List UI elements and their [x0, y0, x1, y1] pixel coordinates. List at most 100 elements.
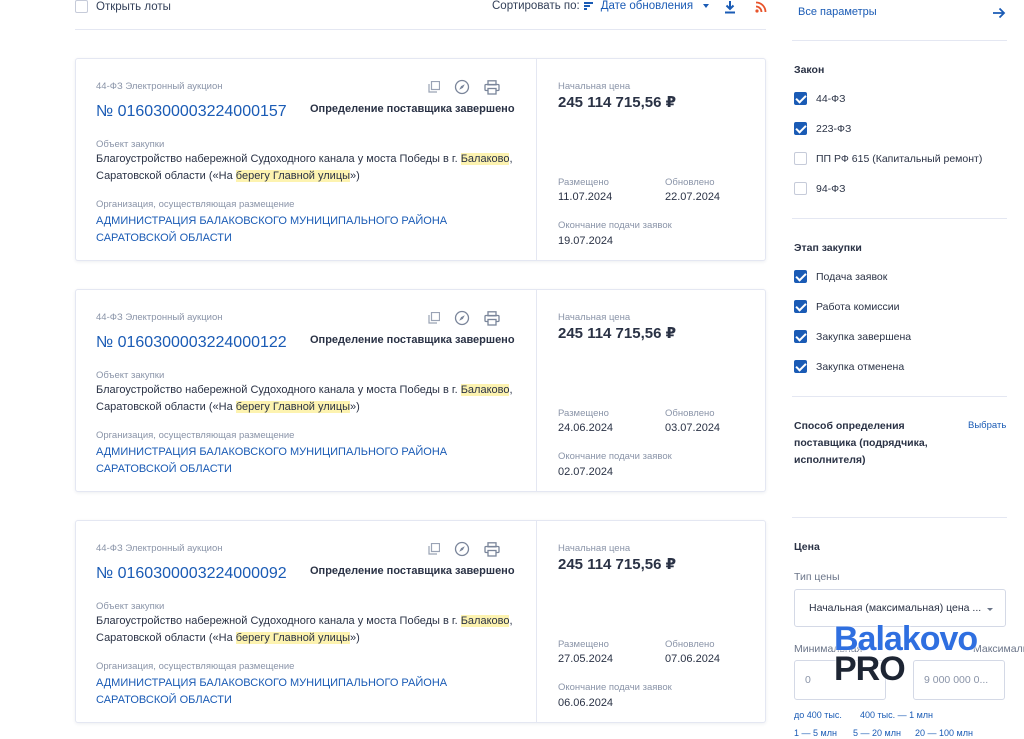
purchase-status: Определение поставщика завершено: [310, 334, 515, 346]
checkbox-label: 44-ФЗ: [816, 92, 846, 105]
checkbox-label: Работа комиссии: [816, 300, 900, 313]
checkbox[interactable]: [794, 330, 807, 343]
placed-date: 11.07.2024: [558, 191, 613, 203]
all-params-link[interactable]: Все параметры: [798, 6, 877, 18]
filter-checkbox-row[interactable]: Закупка отменена: [794, 360, 904, 373]
compass-icon[interactable]: [454, 310, 470, 326]
checkbox[interactable]: [794, 122, 807, 135]
price-section-title: Цена: [794, 541, 820, 553]
checkbox[interactable]: [794, 270, 807, 283]
object-highlight: Балаково: [460, 615, 510, 627]
deadline-date: 19.07.2024: [558, 235, 614, 247]
deadline-label: Окончание подачи заявок: [558, 220, 672, 231]
law-section-title: Закон: [794, 64, 825, 76]
card-actions: [428, 541, 500, 557]
chevron-down-icon[interactable]: [703, 4, 710, 8]
arrow-right-icon[interactable]: [992, 6, 1006, 20]
price-chip[interactable]: 20 — 100 млн: [915, 728, 973, 738]
initial-price: 245 114 715,56 ₽: [558, 94, 677, 111]
balakovo-pro-watermark: Balakovo PRO: [834, 620, 984, 692]
copy-icon[interactable]: [428, 81, 440, 93]
updated-label: Обновлено: [665, 639, 715, 650]
divider: [792, 40, 1007, 41]
placed-date: 27.05.2024: [558, 653, 614, 665]
updated-label: Обновлено: [665, 408, 715, 419]
card-main: 44-ФЗ Электронный аукцион № 016030000322…: [76, 290, 537, 491]
sort-control: Сортировать по: Дате обновления: [492, 0, 710, 12]
deadline-label: Окончание подачи заявок: [558, 451, 672, 462]
checkbox[interactable]: [794, 92, 807, 105]
filter-checkbox-row[interactable]: 223-ФЗ: [794, 122, 851, 135]
organization-link[interactable]: АДМИНИСТРАЦИЯ БАЛАКОВСКОГО МУНИЦИПАЛЬНОГ…: [96, 444, 526, 478]
divider: [792, 218, 1007, 219]
print-icon[interactable]: [484, 79, 500, 95]
purchase-card: 44-ФЗ Электронный аукцион № 016030000322…: [75, 520, 766, 723]
purchase-number-link[interactable]: № 0160300003224000122: [96, 334, 287, 352]
object-text: »): [350, 401, 360, 413]
stage-section-title: Этап закупки: [794, 242, 862, 254]
updated-date: 22.07.2024: [665, 191, 721, 203]
price-type-label: Тип цены: [794, 571, 840, 583]
compass-icon[interactable]: [454, 79, 470, 95]
checkbox-label: Закупка завершена: [816, 330, 912, 343]
price-chip[interactable]: до 400 тыс.: [794, 710, 842, 720]
purchase-type: 44-ФЗ Электронный аукцион: [96, 81, 223, 92]
compass-icon[interactable]: [454, 541, 470, 557]
filter-checkbox-row[interactable]: 94-ФЗ: [794, 182, 846, 195]
copy-icon[interactable]: [428, 312, 440, 324]
filter-checkbox-row[interactable]: ПП РФ 615 (Капитальный ремонт): [794, 152, 982, 165]
object-highlight: берегу Главной улицы: [235, 632, 351, 644]
open-lots-checkbox[interactable]: Открыть лоты: [75, 0, 171, 13]
sort-value-dropdown[interactable]: Дате обновления: [601, 0, 693, 12]
choose-method-link[interactable]: Выбрать: [968, 420, 1006, 431]
purchase-status: Определение поставщика завершено: [310, 565, 515, 577]
organization-link[interactable]: АДМИНИСТРАЦИЯ БАЛАКОВСКОГО МУНИЦИПАЛЬНОГ…: [96, 213, 526, 247]
price-chip[interactable]: 400 тыс. — 1 млн: [860, 710, 933, 720]
object-label: Объект закупки: [96, 139, 165, 150]
placed-label: Размещено: [558, 177, 609, 188]
purchase-object: Благоустройство набережной Судоходного к…: [96, 151, 526, 185]
checkbox[interactable]: [794, 300, 807, 313]
object-text: Благоустройство набережной Судоходного к…: [96, 615, 461, 627]
initial-price: 245 114 715,56 ₽: [558, 325, 677, 342]
initial-price: 245 114 715,56 ₽: [558, 556, 677, 573]
org-label: Организация, осуществляющая размещение: [96, 199, 295, 210]
object-text: Благоустройство набережной Судоходного к…: [96, 384, 461, 396]
purchase-number-link[interactable]: № 0160300003224000092: [96, 565, 287, 583]
org-label: Организация, осуществляющая размещение: [96, 430, 295, 441]
deadline-date: 02.07.2024: [558, 466, 614, 478]
print-icon[interactable]: [484, 310, 500, 326]
object-highlight: берегу Главной улицы: [235, 170, 351, 182]
rss-icon[interactable]: [754, 0, 768, 14]
object-highlight: берегу Главной улицы: [235, 401, 351, 413]
filter-checkbox-row[interactable]: Закупка завершена: [794, 330, 911, 343]
price-chip[interactable]: 1 — 5 млн: [794, 728, 837, 738]
copy-icon[interactable]: [428, 543, 440, 555]
filter-checkbox-row[interactable]: 44-ФЗ: [794, 92, 846, 105]
checkbox-label: 223-ФЗ: [816, 122, 852, 135]
purchase-card: 44-ФЗ Электронный аукцион № 016030000322…: [75, 58, 766, 261]
filter-checkbox-row[interactable]: Работа комиссии: [794, 300, 899, 313]
updated-date: 07.06.2024: [665, 653, 721, 665]
object-text: Благоустройство набережной Судоходного к…: [96, 153, 461, 165]
filter-checkbox-row[interactable]: Подача заявок: [794, 270, 887, 283]
purchase-card: 44-ФЗ Электронный аукцион № 016030000322…: [75, 289, 766, 492]
object-label: Объект закупки: [96, 601, 165, 612]
download-icon[interactable]: [723, 0, 737, 14]
print-icon[interactable]: [484, 541, 500, 557]
price-chip[interactable]: 5 — 20 млн: [853, 728, 901, 738]
method-section-title: Способ определения поставщика (подрядчик…: [794, 420, 928, 466]
object-label: Объект закупки: [96, 370, 165, 381]
checkbox-label: Подача заявок: [816, 270, 888, 283]
checkbox-label: ПП РФ 615 (Капитальный ремонт): [816, 152, 983, 165]
organization-link[interactable]: АДМИНИСТРАЦИЯ БАЛАКОВСКОГО МУНИЦИПАЛЬНОГ…: [96, 675, 526, 709]
checkbox[interactable]: [794, 182, 807, 195]
checkbox[interactable]: [794, 360, 807, 373]
deadline-date: 06.06.2024: [558, 697, 614, 709]
divider: [792, 517, 1007, 518]
object-highlight: Балаково: [460, 384, 510, 396]
card-main: 44-ФЗ Электронный аукцион № 016030000322…: [76, 521, 537, 722]
open-lots-box[interactable]: [75, 0, 88, 13]
purchase-number-link[interactable]: № 0160300003224000157: [96, 103, 287, 121]
checkbox[interactable]: [794, 152, 807, 165]
